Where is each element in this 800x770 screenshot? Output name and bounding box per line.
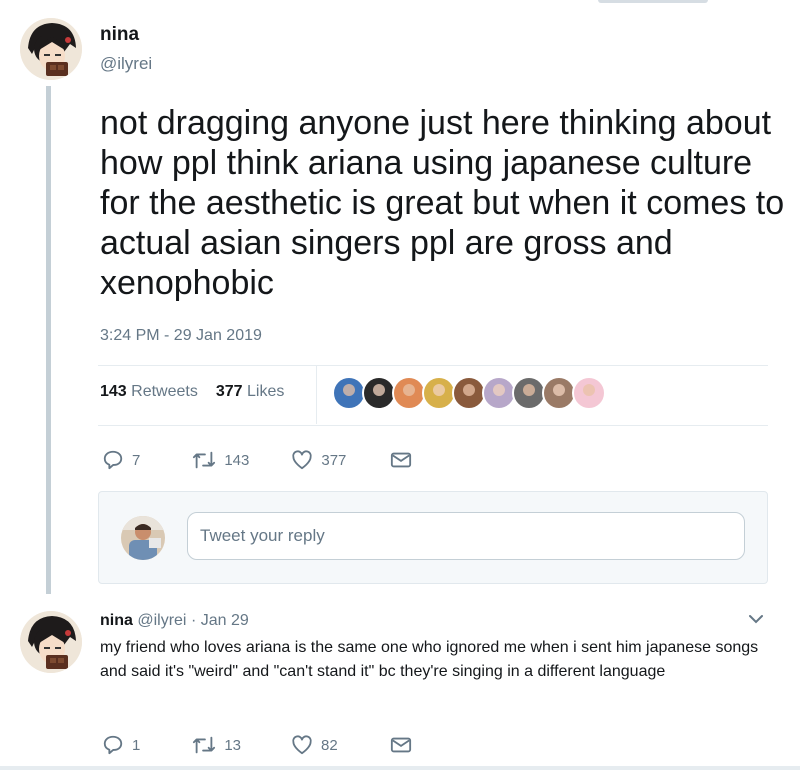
retweet-action[interactable]: 13 [192, 734, 241, 756]
likes-stat[interactable]: 377 Likes [216, 383, 285, 401]
liker-avatar[interactable] [422, 376, 456, 410]
reply-count: 7 [132, 451, 141, 469]
tweet-text: not dragging anyone just here thinking a… [100, 104, 785, 302]
avatar-illustration [20, 611, 82, 673]
avatar[interactable] [20, 18, 82, 80]
reply-composer: Tweet your reply [98, 491, 768, 584]
liker-avatar[interactable] [452, 376, 486, 410]
liker-face [433, 384, 445, 396]
previous-tweet-edge [598, 0, 708, 3]
heart-icon [292, 735, 312, 755]
reply-icon [103, 450, 123, 470]
user-photo [121, 516, 165, 560]
tweet-timestamp[interactable]: 3:24 PM - 29 Jan 2019 [100, 327, 262, 345]
like-count: 377 [321, 451, 347, 469]
reply-count: 1 [132, 736, 141, 754]
liker-avatar[interactable] [362, 376, 396, 410]
liker-face [373, 384, 385, 396]
liker-face [403, 384, 415, 396]
divider [98, 425, 768, 426]
message-action[interactable] [390, 451, 412, 469]
liker-face [343, 384, 355, 396]
avatar-illustration [20, 18, 82, 80]
liker-avatar[interactable] [542, 376, 576, 410]
liker-face [553, 384, 565, 396]
retweet-icon [193, 736, 216, 754]
reply-author-handle[interactable]: @ilyrei [137, 612, 186, 629]
reply-avatar[interactable] [20, 611, 82, 673]
envelope-icon [390, 737, 411, 753]
current-user-avatar[interactable] [121, 516, 165, 560]
reply-date[interactable]: Jan 29 [201, 612, 249, 629]
author-handle[interactable]: @ilyrei [100, 54, 152, 74]
reply-icon [103, 735, 123, 755]
reply-action[interactable]: 1 [102, 734, 140, 756]
meta-separator: · [190, 612, 197, 629]
engagement-stats: 143 Retweets 377 Likes [100, 383, 284, 401]
retweet-icon [193, 451, 216, 469]
message-action[interactable] [390, 736, 412, 754]
author-name[interactable]: nina [100, 24, 139, 46]
liker-avatars [332, 376, 606, 410]
retweet-count: 13 [224, 736, 242, 754]
reply-header: nina @ilyrei · Jan 29 [100, 612, 249, 630]
bottom-divider [0, 766, 800, 770]
like-action[interactable]: 377 [291, 450, 346, 470]
retweets-stat[interactable]: 143 Retweets [100, 383, 198, 401]
retweet-action[interactable]: 143 [192, 449, 249, 471]
thread-line [46, 86, 51, 594]
divider [98, 365, 768, 366]
liker-avatar[interactable] [392, 376, 426, 410]
reply-actions: 1 13 82 [102, 734, 412, 756]
liker-avatar[interactable] [512, 376, 546, 410]
chevron-down-icon[interactable] [748, 612, 764, 630]
like-action[interactable]: 82 [291, 735, 338, 755]
liker-face [523, 384, 535, 396]
like-count: 82 [321, 736, 338, 754]
heart-icon [292, 450, 313, 470]
envelope-icon [391, 452, 412, 468]
liker-face [493, 384, 505, 396]
retweet-count: 143 [224, 451, 250, 469]
stats-separator [316, 366, 317, 424]
reply-action[interactable]: 7 [102, 449, 140, 471]
tweet-actions: 7 143 377 [102, 449, 412, 471]
reply-text: my friend who loves ariana is the same o… [100, 639, 759, 680]
reply-author-name[interactable]: nina [100, 612, 133, 629]
liker-face [583, 384, 595, 396]
reply-input[interactable]: Tweet your reply [187, 512, 745, 560]
liker-avatar[interactable] [572, 376, 606, 410]
liker-avatar[interactable] [482, 376, 516, 410]
liker-face [463, 384, 475, 396]
liker-avatar[interactable] [332, 376, 366, 410]
